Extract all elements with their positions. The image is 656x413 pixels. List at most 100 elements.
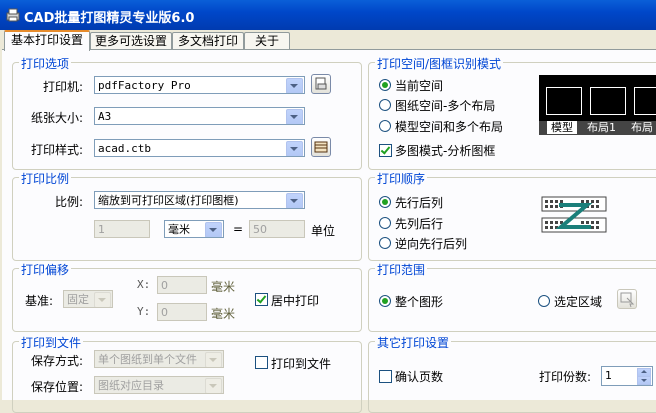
base-label: 基准: (25, 294, 54, 308)
column-then-row-label: 先列后行 (395, 217, 444, 231)
tab-more-options[interactable]: 更多可选设置 (90, 32, 172, 50)
confirm-pages-label: 确认页数 (395, 370, 444, 384)
print-to-file-legend: 打印到文件 (19, 334, 84, 351)
radio-paper-space[interactable] (379, 99, 391, 111)
radio-model-space[interactable] (379, 120, 391, 132)
scale-label: 比例: (55, 195, 84, 209)
save-mode-value: 单个图纸到单个文件 (98, 353, 197, 366)
multi-frame-checkbox[interactable] (379, 144, 392, 157)
chevron-down-icon[interactable] (286, 141, 303, 156)
paper-size-label: 纸张大小: (31, 111, 84, 125)
print-offset-legend: 打印偏移 (19, 261, 72, 278)
chevron-down-icon[interactable] (205, 222, 222, 237)
spin-down-icon[interactable] (637, 377, 651, 385)
radio-column-then-row[interactable] (379, 217, 391, 229)
printer-icon (6, 8, 20, 22)
printer-properties-button[interactable] (311, 74, 331, 94)
copies-spinner[interactable] (637, 368, 651, 385)
preview-frame (546, 87, 582, 115)
copies-value: 1 (605, 369, 612, 382)
printer-label: 打印机: (43, 80, 84, 94)
printer-properties-icon (315, 77, 327, 90)
preview-tab-layout1: 布局1 (587, 121, 616, 134)
print-to-file-checkbox[interactable] (255, 356, 268, 369)
copies-label: 打印份数: (539, 370, 592, 384)
print-to-file-label: 打印到文件 (271, 357, 332, 371)
chevron-down-icon[interactable] (205, 352, 222, 367)
print-space-group: 打印空间/图框识别模式 当前空间 图纸空间-多个布局 模型空间和多个布局 多图模… (368, 55, 656, 170)
chevron-down-icon[interactable] (286, 109, 303, 124)
spin-up-icon[interactable] (637, 368, 651, 377)
scale-value: 缩放到可打印区域(打印图框) (98, 194, 239, 207)
print-style-value: acad.ctb (98, 142, 151, 155)
title-bar[interactable]: CAD批量打图精灵专业版6.0 (0, 0, 656, 30)
print-order-diagram-icon (541, 196, 607, 233)
chevron-down-icon[interactable] (286, 78, 303, 93)
printer-value: pdfFactory Pro (98, 79, 191, 92)
chevron-down-icon[interactable] (205, 378, 222, 393)
preview-tab-layout: 布局 (631, 121, 653, 134)
pick-area-button[interactable] (617, 289, 637, 309)
scale-right-input[interactable]: 50 (249, 220, 305, 238)
y-offset-input[interactable]: 0 (157, 303, 207, 321)
save-location-label: 保存位置: (31, 380, 84, 394)
tab-multi-document[interactable]: 多文档打印 (172, 32, 244, 50)
center-print-checkbox[interactable] (255, 293, 268, 306)
preview-frame (590, 87, 626, 115)
radio-selected-area[interactable] (538, 295, 550, 307)
x-label: X: (137, 278, 151, 291)
scale-select[interactable]: 缩放到可打印区域(打印图框) (94, 191, 305, 209)
other-settings-group: 其它打印设置 确认页数 打印份数: 1 (368, 334, 656, 413)
radio-reverse-row-column[interactable] (379, 237, 391, 249)
print-style-select[interactable]: acad.ctb (94, 139, 305, 157)
print-style-edit-button[interactable] (311, 137, 331, 157)
scale-unit-value: 毫米 (168, 223, 190, 236)
y-label: Y: (137, 305, 151, 318)
scale-left-input[interactable]: 1 (94, 220, 150, 238)
paper-size-select[interactable]: A3 (94, 107, 305, 125)
pick-area-icon (620, 292, 635, 308)
model-space-label: 模型空间和多个布局 (395, 120, 504, 134)
x-offset-input[interactable]: 0 (157, 276, 207, 294)
paper-space-label: 图纸空间-多个布局 (395, 99, 496, 113)
tab-bar: 基本打印设置 更多可选设置 多文档打印 关于 (0, 30, 656, 51)
save-location-value: 图纸对应目录 (98, 379, 164, 392)
space-preview: 模型 布局1 布局 (539, 75, 656, 135)
radio-row-then-column[interactable] (379, 196, 391, 208)
row-then-column-label: 先行后列 (395, 196, 444, 210)
reverse-row-column-label: 逆向先行后列 (395, 237, 468, 251)
print-range-group: 打印范围 整个图形 选定区域 (368, 261, 656, 332)
print-scale-group: 打印比例 比例: 缩放到可打印区域(打印图框) 1 毫米 = 50 单位 (12, 170, 362, 261)
equals-sign: = (233, 222, 244, 236)
print-options-legend: 打印选项 (19, 55, 72, 72)
radio-whole-drawing[interactable] (379, 295, 391, 307)
save-mode-select[interactable]: 单个图纸到单个文件 (94, 350, 224, 368)
base-select[interactable]: 固定 (63, 290, 113, 308)
tab-basic-print-settings[interactable]: 基本打印设置 (4, 30, 90, 51)
print-options-group: 打印选项 打印机: pdfFactory Pro 纸张大小: A3 打印样式: … (12, 55, 362, 170)
preview-frame (634, 87, 656, 115)
x-unit-label: 毫米 (211, 280, 236, 294)
confirm-pages-checkbox[interactable] (379, 370, 392, 383)
whole-drawing-label: 整个图形 (395, 295, 444, 309)
save-mode-label: 保存方式: (31, 354, 84, 368)
preview-tab-model: 模型 (547, 121, 577, 134)
print-order-group: 打印顺序 先行后列 先列后行 逆向先行后列 (368, 170, 656, 261)
radio-current-space[interactable] (379, 79, 391, 91)
print-order-legend: 打印顺序 (375, 170, 428, 187)
scale-unit-select[interactable]: 毫米 (164, 220, 224, 238)
print-to-file-group: 打印到文件 保存方式: 单个图纸到单个文件 打印到文件 保存位置: 图纸对应目录 (12, 334, 362, 413)
center-print-label: 居中打印 (271, 294, 320, 308)
print-space-legend: 打印空间/图框识别模式 (375, 55, 504, 72)
table-edit-icon (314, 141, 328, 153)
print-offset-group: 打印偏移 基准: 固定 X: 0 毫米 Y: 0 毫米 居中打印 (12, 261, 362, 332)
copies-input[interactable]: 1 (601, 366, 653, 386)
printer-select[interactable]: pdfFactory Pro (94, 76, 305, 94)
save-location-select[interactable]: 图纸对应目录 (94, 376, 224, 394)
window-title: CAD批量打图精灵专业版6.0 (24, 11, 195, 26)
print-range-legend: 打印范围 (375, 261, 428, 278)
paper-size-value: A3 (98, 110, 112, 123)
chevron-down-icon[interactable] (286, 193, 303, 208)
chevron-down-icon[interactable] (94, 292, 111, 307)
tab-about[interactable]: 关于 (244, 32, 290, 50)
